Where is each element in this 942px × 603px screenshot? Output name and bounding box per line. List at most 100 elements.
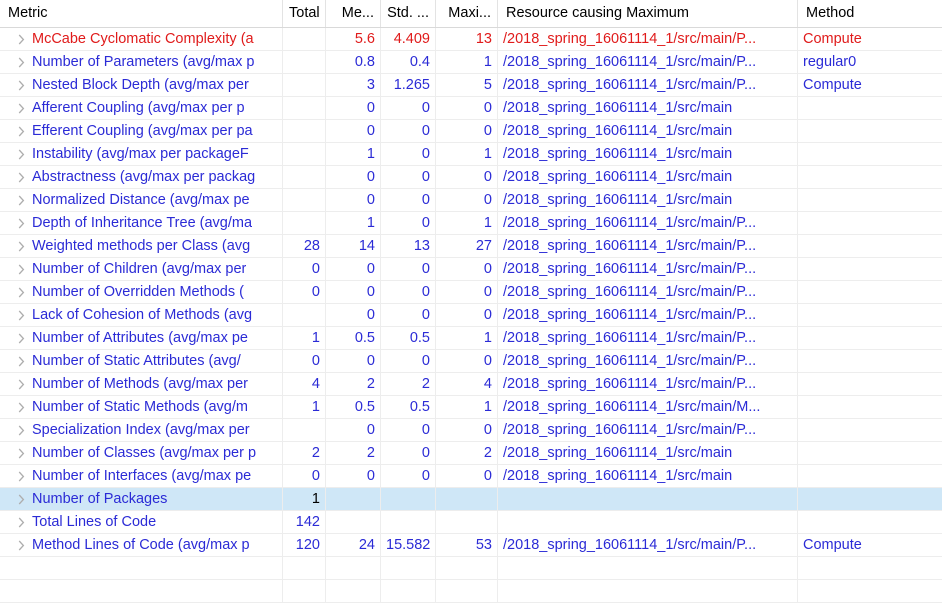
cell-method bbox=[797, 557, 942, 579]
cell-std-dev: 0 bbox=[380, 166, 435, 188]
chevron-right-icon[interactable] bbox=[14, 166, 28, 188]
cell-resource: /2018_spring_16061114_1/src/main/P... bbox=[497, 28, 797, 50]
table-row[interactable]: Abstractness (avg/max per packag 0 0 0/2018… bbox=[0, 166, 942, 189]
table-row[interactable]: Specialization Index (avg/max per 0 0 0/201… bbox=[0, 419, 942, 442]
cell-metric: Number of Attributes (avg/max pe bbox=[0, 327, 282, 349]
cell-method bbox=[797, 373, 942, 395]
cell-method: Compute bbox=[797, 74, 942, 96]
table-row[interactable]: Instability (avg/max per packageF 1 0 1/201… bbox=[0, 143, 942, 166]
cell-maximum: 0 bbox=[435, 350, 497, 372]
cell-std-dev: 0 bbox=[380, 281, 435, 303]
cell-total: 4 bbox=[282, 373, 325, 395]
table-row[interactable]: Total Lines of Code 142 bbox=[0, 511, 942, 534]
chevron-right-icon[interactable] bbox=[14, 281, 28, 303]
cell-maximum: 1 bbox=[435, 51, 497, 73]
column-header-total[interactable]: Total bbox=[282, 0, 325, 27]
cell-method bbox=[797, 396, 942, 418]
column-header-mean[interactable]: Me... bbox=[325, 0, 380, 27]
cell-method bbox=[797, 143, 942, 165]
column-header-metric[interactable]: Metric bbox=[0, 0, 282, 27]
cell-std-dev: 0.5 bbox=[380, 396, 435, 418]
metric-label: Depth of Inheritance Tree (avg/ma bbox=[32, 215, 253, 231]
cell-method bbox=[797, 166, 942, 188]
cell-total bbox=[282, 51, 325, 73]
chevron-right-icon[interactable] bbox=[14, 488, 28, 510]
cell-maximum: 53 bbox=[435, 534, 497, 556]
cell-metric: Afferent Coupling (avg/max per p bbox=[0, 97, 282, 119]
metric-label: Specialization Index (avg/max per bbox=[32, 422, 250, 438]
chevron-right-icon[interactable] bbox=[14, 120, 28, 142]
cell-std-dev: 2 bbox=[380, 373, 435, 395]
cell-mean: 1 bbox=[325, 212, 380, 234]
cell-mean: 14 bbox=[325, 235, 380, 257]
table-row[interactable]: Lack of Cohesion of Methods (avg 0 0 0/2018… bbox=[0, 304, 942, 327]
chevron-right-icon[interactable] bbox=[14, 327, 28, 349]
chevron-right-icon[interactable] bbox=[14, 396, 28, 418]
chevron-right-icon[interactable] bbox=[14, 143, 28, 165]
table-row[interactable]: Weighted methods per Class (avg 28 14 13 27/… bbox=[0, 235, 942, 258]
chevron-right-icon[interactable] bbox=[14, 465, 28, 487]
chevron-right-icon[interactable] bbox=[14, 235, 28, 257]
table-row[interactable]: Method Lines of Code (avg/max p 120 24 15.5… bbox=[0, 534, 942, 557]
chevron-right-icon[interactable] bbox=[14, 534, 28, 556]
table-row[interactable]: Number of Packages 1 bbox=[0, 488, 942, 511]
chevron-right-icon[interactable] bbox=[14, 97, 28, 119]
table-row[interactable]: Number of Overridden Methods (0 0 0 0/2018_… bbox=[0, 281, 942, 304]
cell-maximum: 1 bbox=[435, 327, 497, 349]
table-row[interactable]: Afferent Coupling (avg/max per p 0 0 0/2018… bbox=[0, 97, 942, 120]
column-header-std-dev[interactable]: Std. ... bbox=[380, 0, 435, 27]
table-row-empty[interactable] bbox=[0, 580, 942, 603]
chevron-right-icon[interactable] bbox=[14, 28, 28, 50]
cell-mean: 0 bbox=[325, 97, 380, 119]
cell-method bbox=[797, 120, 942, 142]
table-row[interactable]: Number of Interfaces (avg/max pe 0 0 0 0/201… bbox=[0, 465, 942, 488]
cell-maximum: 27 bbox=[435, 235, 497, 257]
table-row[interactable]: Number of Classes (avg/max per p 2 2 0 2/201… bbox=[0, 442, 942, 465]
column-header-method[interactable]: Method bbox=[797, 0, 942, 27]
metric-label: Normalized Distance (avg/max pe bbox=[32, 192, 250, 208]
metric-label: Number of Classes (avg/max per p bbox=[32, 445, 257, 461]
metric-label: Abstractness (avg/max per packag bbox=[32, 169, 256, 185]
column-header-maximum[interactable]: Maxi... bbox=[435, 0, 497, 27]
chevron-right-icon[interactable] bbox=[14, 258, 28, 280]
cell-std-dev: 13 bbox=[380, 235, 435, 257]
cell-resource: /2018_spring_16061114_1/src/main/P... bbox=[497, 212, 797, 234]
cell-metric: Instability (avg/max per packageF bbox=[0, 143, 282, 165]
cell-resource: /2018_spring_16061114_1/src/main/P... bbox=[497, 373, 797, 395]
chevron-right-icon[interactable] bbox=[14, 350, 28, 372]
table-row[interactable]: McCabe Cyclomatic Complexity (a 5.6 4.409 1… bbox=[0, 28, 942, 51]
table-row[interactable]: Number of Children (avg/max per 0 0 0 0/2018… bbox=[0, 258, 942, 281]
cell-total: 2 bbox=[282, 442, 325, 464]
cell-maximum bbox=[435, 580, 497, 602]
table-row[interactable]: Number of Attributes (avg/max pe 1 0.5 0.5 1… bbox=[0, 327, 942, 350]
column-header-resource-causing-maximum[interactable]: Resource causing Maximum bbox=[497, 0, 797, 27]
cell-mean: 0 bbox=[325, 189, 380, 211]
table-row[interactable]: Number of Static Attributes (avg/0 0 0 0/20… bbox=[0, 350, 942, 373]
table-row[interactable]: Number of Static Methods (avg/m 1 0.5 0.5 1/… bbox=[0, 396, 942, 419]
cell-method bbox=[797, 235, 942, 257]
chevron-right-icon[interactable] bbox=[14, 212, 28, 234]
table-row[interactable]: Normalized Distance (avg/max pe 0 0 0/2018_… bbox=[0, 189, 942, 212]
table-row[interactable]: Number of Methods (avg/max per 4 2 2 4/2018_… bbox=[0, 373, 942, 396]
chevron-right-icon[interactable] bbox=[14, 511, 28, 533]
cell-method: regular0 bbox=[797, 51, 942, 73]
metric-label: Number of Interfaces (avg/max pe bbox=[32, 468, 252, 484]
table-row[interactable]: Efferent Coupling (avg/max per pa 0 0 0/201… bbox=[0, 120, 942, 143]
cell-metric: Number of Parameters (avg/max p bbox=[0, 51, 282, 73]
cell-total bbox=[282, 28, 325, 50]
chevron-right-icon[interactable] bbox=[14, 189, 28, 211]
table-row[interactable]: Depth of Inheritance Tree (avg/ma 1 0 1/201… bbox=[0, 212, 942, 235]
cell-resource: /2018_spring_16061114_1/src/main bbox=[497, 143, 797, 165]
cell-mean: 1 bbox=[325, 143, 380, 165]
metrics-tree-table[interactable]: Metric Total Me... Std. ... Maxi... Reso… bbox=[0, 0, 942, 603]
chevron-right-icon[interactable] bbox=[14, 373, 28, 395]
table-row[interactable]: Nested Block Depth (avg/max per 3 1.265 5/2… bbox=[0, 74, 942, 97]
table-row-empty[interactable] bbox=[0, 557, 942, 580]
chevron-right-icon[interactable] bbox=[14, 419, 28, 441]
chevron-right-icon[interactable] bbox=[14, 442, 28, 464]
chevron-right-icon[interactable] bbox=[14, 74, 28, 96]
table-row[interactable]: Number of Parameters (avg/max p 0.8 0.4 1/2… bbox=[0, 51, 942, 74]
chevron-right-icon[interactable] bbox=[14, 304, 28, 326]
chevron-right-icon[interactable] bbox=[14, 51, 28, 73]
metric-label: Efferent Coupling (avg/max per pa bbox=[32, 123, 253, 139]
